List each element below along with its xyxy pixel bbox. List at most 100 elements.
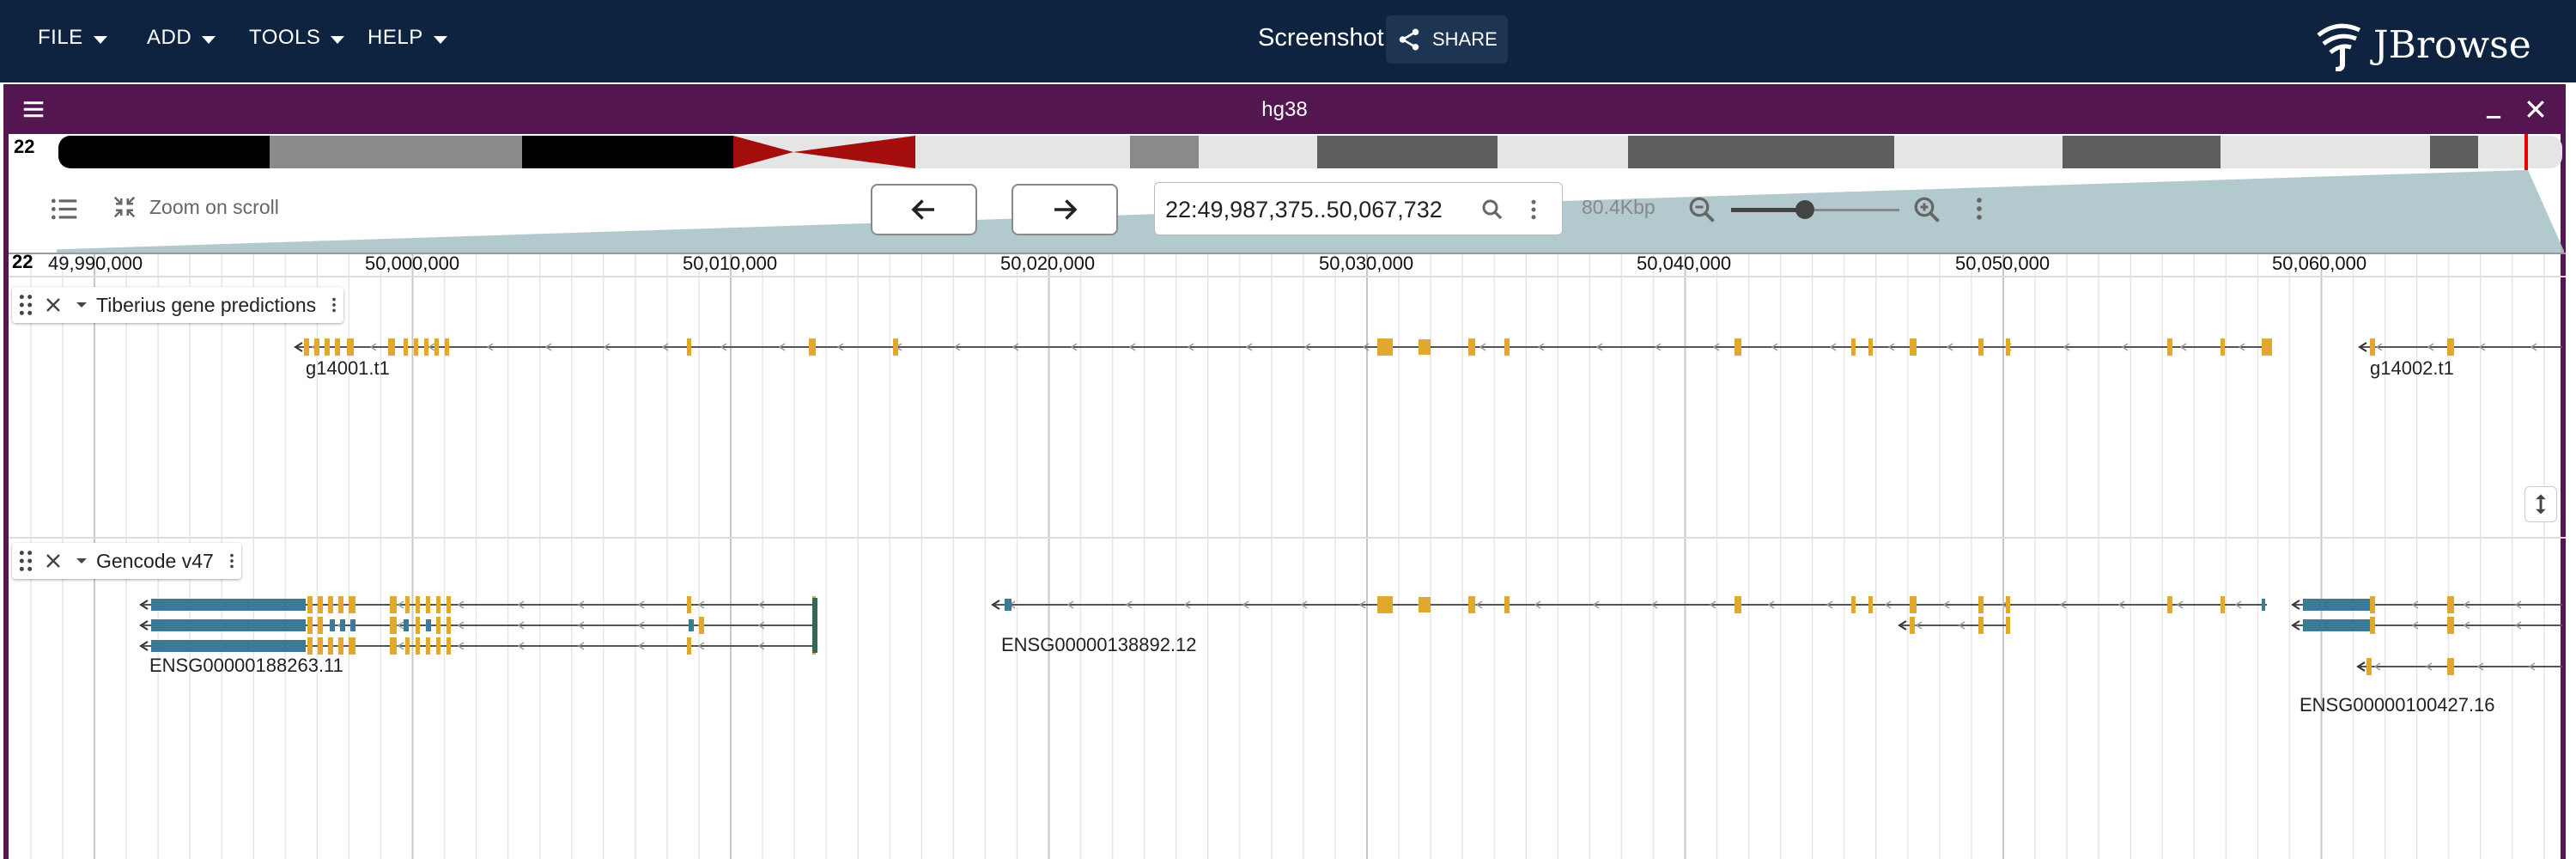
exon-block [436, 637, 440, 655]
exon-block [347, 338, 354, 356]
exon-block [893, 338, 898, 356]
exon-block [2447, 596, 2454, 613]
track-area-graphics [9, 253, 2566, 859]
exon-block [2221, 596, 2225, 613]
exon-block [304, 338, 309, 356]
exon-block [687, 596, 691, 613]
feature-label[interactable]: g14002.t1 [2370, 357, 2454, 380]
exon-block [447, 637, 451, 655]
exon-block [1910, 338, 1917, 356]
chevron-down-icon[interactable] [74, 297, 89, 313]
exon-block [307, 596, 313, 613]
ruler-tick-label: 50,050,000 [1955, 253, 2050, 274]
exon-block [338, 596, 343, 613]
utr-block [2303, 619, 2372, 631]
exon-block [349, 596, 355, 613]
ruler-tick-label: 50,010,000 [683, 253, 778, 274]
utr-block [330, 619, 335, 631]
exon-block [2262, 338, 2272, 356]
utr-block [151, 599, 306, 611]
exon-block [1468, 596, 1475, 613]
exon-block [1910, 617, 1915, 634]
utr-block [340, 619, 345, 631]
exon-block [2221, 338, 2225, 356]
exon-block [436, 617, 440, 634]
exon-block [1735, 596, 1741, 613]
exon-block [447, 617, 451, 634]
exon-block [405, 637, 410, 655]
exon-block [1851, 338, 1856, 356]
exon-block [1868, 338, 1873, 356]
exon-block [1978, 596, 1984, 613]
exon-block [1377, 596, 1393, 613]
feature-label[interactable]: ENSG00000100427.16 [2300, 694, 2495, 716]
exon-block [436, 596, 440, 613]
exon-block [2447, 658, 2454, 675]
exon-block [307, 637, 313, 655]
exon-block [414, 338, 418, 356]
feature-label[interactable]: g14001.t1 [306, 357, 390, 380]
exon-block [2370, 617, 2375, 634]
utr-block [2303, 599, 2372, 611]
exon-block [1419, 339, 1431, 355]
exon-block [1735, 338, 1741, 356]
exon-block [2167, 338, 2172, 356]
ruler-tick-label: 49,990,000 [48, 253, 143, 274]
close-track-icon[interactable] [43, 551, 64, 571]
exon-block [328, 637, 333, 655]
ruler-tick-label: 50,040,000 [1637, 253, 1732, 274]
exon-block [447, 596, 451, 613]
feature-label[interactable]: ENSG00000138892.12 [1001, 634, 1197, 656]
track-label-tiberius: Tiberius gene predictions [12, 287, 344, 323]
exon-block [404, 338, 408, 356]
exon-block [426, 637, 430, 655]
utr-block [2262, 599, 2265, 611]
exon-block [687, 637, 691, 655]
utr-block [404, 619, 409, 631]
track-menu-icon[interactable] [325, 293, 343, 317]
exon-block [1504, 338, 1510, 356]
utr-block [689, 619, 694, 631]
exon-block [1910, 596, 1917, 613]
track-label-gencode: Gencode v47 [12, 543, 241, 579]
utr-block [812, 598, 817, 653]
feature-label[interactable]: ENSG00000188263.11 [149, 655, 343, 677]
exon-block [2447, 617, 2454, 634]
utr-block [151, 619, 306, 631]
chevron-down-icon[interactable] [74, 553, 89, 569]
exon-block [2370, 596, 2375, 613]
exon-block [809, 338, 816, 356]
close-track-icon[interactable] [43, 295, 64, 315]
gencode-features[interactable] [139, 596, 2562, 675]
exon-block [416, 637, 420, 655]
exon-block [2006, 338, 2010, 356]
drag-handle-icon[interactable] [17, 549, 34, 573]
utr-block [151, 640, 306, 652]
vertical-resize-icon [2536, 494, 2546, 515]
exon-block [1978, 617, 1984, 634]
track-menu-icon[interactable] [222, 549, 241, 573]
exon-block [2006, 617, 2010, 634]
exon-block [318, 596, 323, 613]
exon-block [335, 338, 340, 356]
ruler-tick-label: 50,030,000 [1319, 253, 1414, 274]
drag-handle-icon[interactable] [17, 293, 34, 317]
exon-block [1468, 338, 1475, 356]
exon-block [318, 617, 323, 634]
track-height-toggle[interactable] [2524, 486, 2557, 522]
exon-block [338, 637, 343, 655]
exon-block [426, 596, 430, 613]
exon-block [416, 596, 420, 613]
track-name: Gencode v47 [96, 549, 214, 572]
exon-block [434, 338, 439, 356]
utr-block [426, 619, 431, 631]
exon-block [307, 617, 313, 634]
utr-block [1005, 599, 1012, 611]
exon-block [318, 637, 323, 655]
exon-block [2366, 658, 2372, 675]
exon-block [416, 617, 420, 634]
exon-block [390, 596, 397, 613]
exon-block [328, 596, 333, 613]
exon-block [1978, 338, 1984, 356]
exon-block [687, 338, 691, 356]
